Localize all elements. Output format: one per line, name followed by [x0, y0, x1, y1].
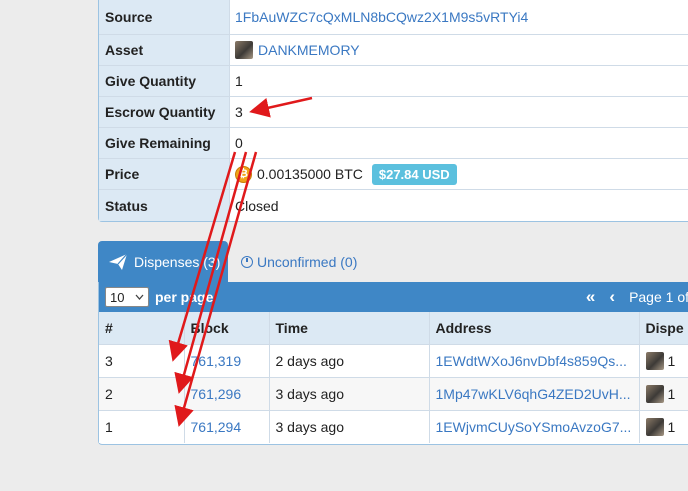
- block-link[interactable]: 761,296: [191, 386, 242, 402]
- row-number: 3: [99, 344, 185, 378]
- tab-unconfirmed[interactable]: Unconfirmed (0): [241, 241, 357, 282]
- address-link[interactable]: 1EWdtWXoJ6nvDbf4s859Qs...: [436, 353, 627, 369]
- address-link[interactable]: 1EWjvmCUySoYSmoAvzoG7...: [436, 419, 632, 435]
- asset-label: Asset: [99, 35, 230, 65]
- give-remaining-value: 0: [235, 135, 243, 151]
- column-header-number[interactable]: #: [99, 312, 185, 345]
- table-row: 1 761,294 3 days ago 1EWjvmCUySoYSmoAvzo…: [99, 410, 688, 443]
- give-quantity-row: Give Quantity 1: [99, 65, 688, 96]
- price-row: Price ₿ 0.00135000 BTC $27.84 USD: [99, 158, 688, 189]
- column-header-block[interactable]: Block: [184, 312, 270, 345]
- escrow-quantity-row: Escrow Quantity 3: [99, 96, 688, 127]
- dispensed-qty: 1: [667, 419, 676, 435]
- dispensed-qty: 1: [667, 386, 676, 402]
- give-remaining-row: Give Remaining 0: [99, 127, 688, 158]
- per-page-value: 10: [110, 289, 125, 305]
- asset-thumbnail: [235, 41, 253, 59]
- column-header-dispensed[interactable]: Dispe: [639, 312, 688, 345]
- price-label: Price: [99, 159, 230, 189]
- table-row: 2 761,296 3 days ago 1Mp47wKLV6qhG4ZED2U…: [99, 377, 688, 411]
- first-page-icon[interactable]: «: [586, 287, 595, 307]
- column-header-time[interactable]: Time: [269, 312, 430, 345]
- pagination: « ‹ Page 1 of: [586, 282, 688, 312]
- status-row: Status Closed: [99, 189, 688, 221]
- escrow-quantity-value: 3: [235, 104, 243, 120]
- row-number: 2: [99, 377, 185, 411]
- tab-dispenses-label: Dispenses (3): [134, 254, 221, 270]
- asset-thumbnail: [645, 385, 664, 403]
- clock-icon: [241, 255, 253, 268]
- dispenses-table: # Block Time Address Dispe 3 761,319 2 d…: [99, 312, 688, 443]
- paper-plane-icon: [109, 253, 128, 270]
- source-label: Source: [99, 0, 230, 34]
- asset-thumbnail: [645, 418, 664, 436]
- per-page-select[interactable]: 10: [105, 287, 149, 307]
- asset-link[interactable]: DANKMEMORY: [258, 42, 360, 58]
- address-link[interactable]: 1Mp47wKLV6qhG4ZED2UvH...: [436, 386, 631, 402]
- source-address-link[interactable]: 1FbAuWZC7cQxMLN8bCQwz2X1M9s5vRTYi4: [235, 9, 528, 25]
- table-header-row: # Block Time Address Dispe: [99, 312, 688, 345]
- asset-thumbnail: [645, 352, 664, 370]
- column-header-address[interactable]: Address: [429, 312, 640, 345]
- row-time: 3 days ago: [269, 377, 430, 411]
- table-row: 3 761,319 2 days ago 1EWdtWXoJ6nvDbf4s85…: [99, 344, 688, 378]
- escrow-quantity-label: Escrow Quantity: [99, 97, 230, 127]
- prev-page-icon[interactable]: ‹: [609, 287, 615, 307]
- status-value: Closed: [235, 197, 279, 214]
- chevron-down-icon: [135, 294, 144, 300]
- status-label: Status: [99, 190, 230, 221]
- give-quantity-label: Give Quantity: [99, 66, 230, 96]
- tab-unconfirmed-label: Unconfirmed (0): [257, 253, 358, 270]
- page-indicator: Page 1 of: [629, 289, 688, 305]
- row-number: 1: [99, 410, 185, 443]
- dispenser-details: Source 1FbAuWZC7cQxMLN8bCQwz2X1M9s5vRTYi…: [98, 0, 688, 222]
- give-quantity-value: 1: [235, 73, 243, 89]
- dispensed-qty: 1: [667, 353, 676, 369]
- tab-dispenses[interactable]: Dispenses (3): [98, 241, 228, 283]
- bitcoin-icon: ₿: [235, 165, 252, 183]
- asset-row: Asset DANKMEMORY: [99, 34, 688, 65]
- price-btc-value: 0.00135000 BTC: [257, 166, 363, 182]
- row-time: 2 days ago: [269, 344, 430, 378]
- usd-price-badge: $27.84 USD: [371, 163, 457, 185]
- block-link[interactable]: 761,319: [191, 353, 242, 369]
- source-row: Source 1FbAuWZC7cQxMLN8bCQwz2X1M9s5vRTYi…: [99, 0, 688, 34]
- block-link[interactable]: 761,294: [191, 419, 242, 435]
- dispenses-panel: 10 per page « ‹ Page 1 of # Block Time A…: [98, 282, 688, 445]
- give-remaining-label: Give Remaining: [99, 128, 230, 158]
- panel-toolbar: 10 per page « ‹ Page 1 of: [99, 282, 688, 312]
- row-time: 3 days ago: [269, 410, 430, 443]
- per-page-label: per page: [155, 289, 214, 305]
- tab-bar: Dispenses (3) Unconfirmed (0): [98, 241, 688, 283]
